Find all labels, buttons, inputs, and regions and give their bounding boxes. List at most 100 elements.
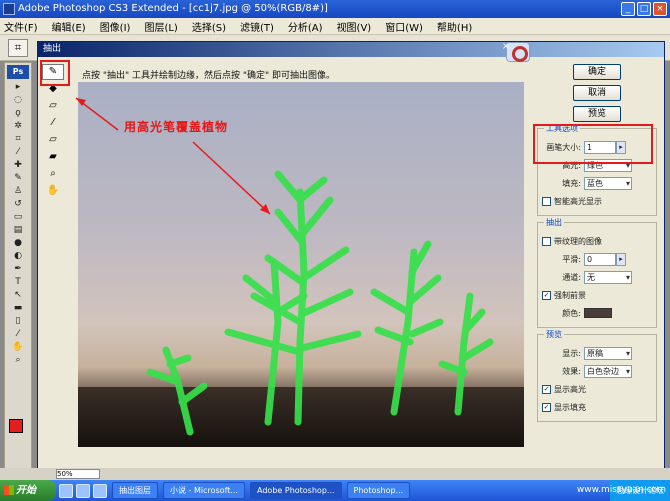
menu-window[interactable]: 窗口(W) [385, 19, 423, 34]
extraction-label: 抽出 [544, 217, 564, 228]
blur-icon[interactable]: ● [6, 237, 30, 249]
marquee-tool-icon[interactable]: ◌ [6, 94, 30, 106]
smooth-input[interactable]: 0 [584, 252, 616, 266]
zoom-icon[interactable]: ⌕ [6, 354, 30, 366]
fill-select[interactable]: 蓝色 [584, 176, 632, 190]
smart-highlight-checkbox[interactable] [542, 196, 551, 206]
dialog-title: 抽出 [38, 42, 664, 57]
textured-label: 带纹理的图像 [554, 236, 602, 246]
eyedropper-icon[interactable]: ⁄ [6, 328, 30, 340]
highlighted-plants [146, 170, 494, 436]
menu-select[interactable]: 选择(S) [192, 19, 226, 34]
photoshop-app: Adobe Photoshop CS3 Extended - [cc1j7.jp… [0, 0, 670, 501]
history-brush-icon[interactable]: ↺ [6, 198, 30, 210]
notes-icon[interactable]: ▯ [6, 315, 30, 327]
textured-checkbox[interactable] [542, 236, 551, 246]
hand-icon[interactable]: ✋ [42, 183, 64, 199]
maximize-button[interactable]: □ [637, 2, 651, 16]
shape-icon[interactable]: ▬ [6, 302, 30, 314]
crop-icon[interactable]: ⌗ [6, 133, 30, 145]
eraser-icon[interactable]: ▭ [6, 211, 30, 223]
hand-icon[interactable]: ✋ [6, 341, 30, 353]
force-foreground-checkbox[interactable]: ✓ [542, 290, 551, 300]
crop-tool-icon[interactable]: ⌗ [8, 39, 28, 57]
view-label: 效果: [562, 366, 581, 376]
menu-bar: 文件(F) 编辑(E) 图像(I) 图层(L) 选择(S) 滤镜(T) 分析(A… [0, 18, 670, 35]
smooth-label: 平滑: [562, 254, 581, 264]
type-icon[interactable]: T [6, 276, 30, 288]
preview-group: 预览 显示: 原稿 效果: 白色杂边 ✓ 显示高光 ✓ 显示填充 [537, 329, 657, 422]
eraser-icon[interactable]: ▱ [42, 98, 64, 114]
watermark: www.missyuan.com [576, 485, 666, 495]
fill-label: 填充: [562, 178, 581, 188]
task-extract[interactable]: 抽出图层 [112, 482, 158, 499]
show-fill-checkbox[interactable]: ✓ [542, 402, 551, 412]
menu-edit[interactable]: 编辑(E) [52, 19, 86, 34]
channel-label: 通道: [562, 272, 581, 282]
start-button[interactable]: 开始 [0, 480, 56, 501]
menu-image[interactable]: 图像(I) [100, 19, 131, 34]
preview-label: 预览 [544, 329, 564, 340]
edge-touchup-icon[interactable]: ▰ [42, 149, 64, 165]
menu-view[interactable]: 视图(V) [337, 19, 372, 34]
zoom-field[interactable]: 50% [56, 469, 100, 479]
show-highlight-checkbox[interactable]: ✓ [542, 384, 551, 394]
status-bar: 50% [0, 468, 670, 480]
menu-analysis[interactable]: 分析(A) [288, 19, 323, 34]
force-foreground-row: ✓ 强制前景 [542, 287, 652, 303]
cancel-button[interactable]: 取消 [573, 85, 621, 101]
smooth-row: 平滑: 0 ▸ [542, 251, 652, 267]
gradient-icon[interactable]: ▤ [6, 224, 30, 236]
slice-icon[interactable]: ⁄ [6, 146, 30, 158]
smooth-slider-icon[interactable]: ▸ [616, 252, 626, 266]
magic-wand-icon[interactable]: ✲ [6, 120, 30, 132]
task-photoshop[interactable]: Adobe Photoshop... [250, 482, 342, 499]
dodge-icon[interactable]: ◐ [6, 250, 30, 262]
minimize-button[interactable]: _ [621, 2, 635, 16]
toolbox: Ps ▸ ◌ ϙ ✲ ⌗ ⁄ ✚ ✎ ♙ ↺ ▭ ▤ ● ◐ ✒ T ↖ ▬ ▯… [4, 62, 32, 474]
smart-highlight-label: 智能高光显示 [554, 196, 602, 206]
ok-button[interactable]: 确定 [573, 64, 621, 80]
quicklaunch-ie-icon[interactable] [59, 483, 73, 498]
instruction-text: 点按 "抽出" 工具并绘制边缘，然后点按 "确定" 即可抽出图像。 [82, 71, 336, 81]
path-select-icon[interactable]: ↖ [6, 289, 30, 301]
preview-button[interactable]: 预览 [573, 106, 621, 122]
foreground-color-swatch[interactable] [9, 419, 23, 433]
channel-row: 通道: 无 [542, 269, 652, 285]
image-canvas[interactable] [78, 82, 524, 447]
quicklaunch-desktop-icon[interactable] [93, 483, 107, 498]
show-fill-label: 显示填充 [554, 402, 586, 412]
show-label: 显示: [562, 348, 581, 358]
menu-filter[interactable]: 滤镜(T) [240, 19, 274, 34]
ps-title-text: Adobe Photoshop CS3 Extended - [cc1j7.jp… [18, 3, 328, 14]
brush-icon[interactable]: ✎ [6, 172, 30, 184]
healing-icon[interactable]: ✚ [6, 159, 30, 171]
color-label: 颜色: [562, 308, 581, 318]
menu-file[interactable]: 文件(F) [4, 19, 38, 34]
pen-icon[interactable]: ✒ [6, 263, 30, 275]
window-controls: _ □ × [621, 2, 667, 16]
close-button[interactable]: × [653, 2, 667, 16]
menu-layer[interactable]: 图层(L) [144, 19, 177, 34]
channel-select[interactable]: 无 [584, 270, 632, 284]
dialog-close-button[interactable]: × [498, 41, 514, 55]
quicklaunch-folder-icon[interactable] [76, 483, 90, 498]
show-row: 显示: 原稿 [542, 345, 652, 361]
view-row: 效果: 白色杂边 [542, 363, 652, 379]
task-photoshop-2[interactable]: Photoshop... [346, 482, 411, 499]
menu-help[interactable]: 帮助(H) [437, 19, 472, 34]
stamp-icon[interactable]: ♙ [6, 185, 30, 197]
show-select[interactable]: 原稿 [584, 346, 632, 360]
zoom-icon[interactable]: ⌕ [42, 166, 64, 182]
annotation-label: 用高光笔覆盖植物 [124, 120, 229, 134]
move-tool-icon[interactable]: ▸ [6, 81, 30, 93]
foreground-color-chip[interactable] [584, 308, 612, 318]
show-highlight-row: ✓ 显示高光 [542, 381, 652, 397]
task-word[interactable]: 小说 - Microsoft... [163, 482, 246, 499]
lasso-tool-icon[interactable]: ϙ [6, 107, 30, 119]
eyedropper-icon[interactable]: ⁄ [42, 115, 64, 131]
view-select[interactable]: 白色杂边 [584, 364, 632, 378]
ps-title-bar: Adobe Photoshop CS3 Extended - [cc1j7.jp… [0, 0, 670, 18]
cleanup-icon[interactable]: ▱ [42, 132, 64, 148]
tool-highlight-marker [40, 60, 70, 86]
